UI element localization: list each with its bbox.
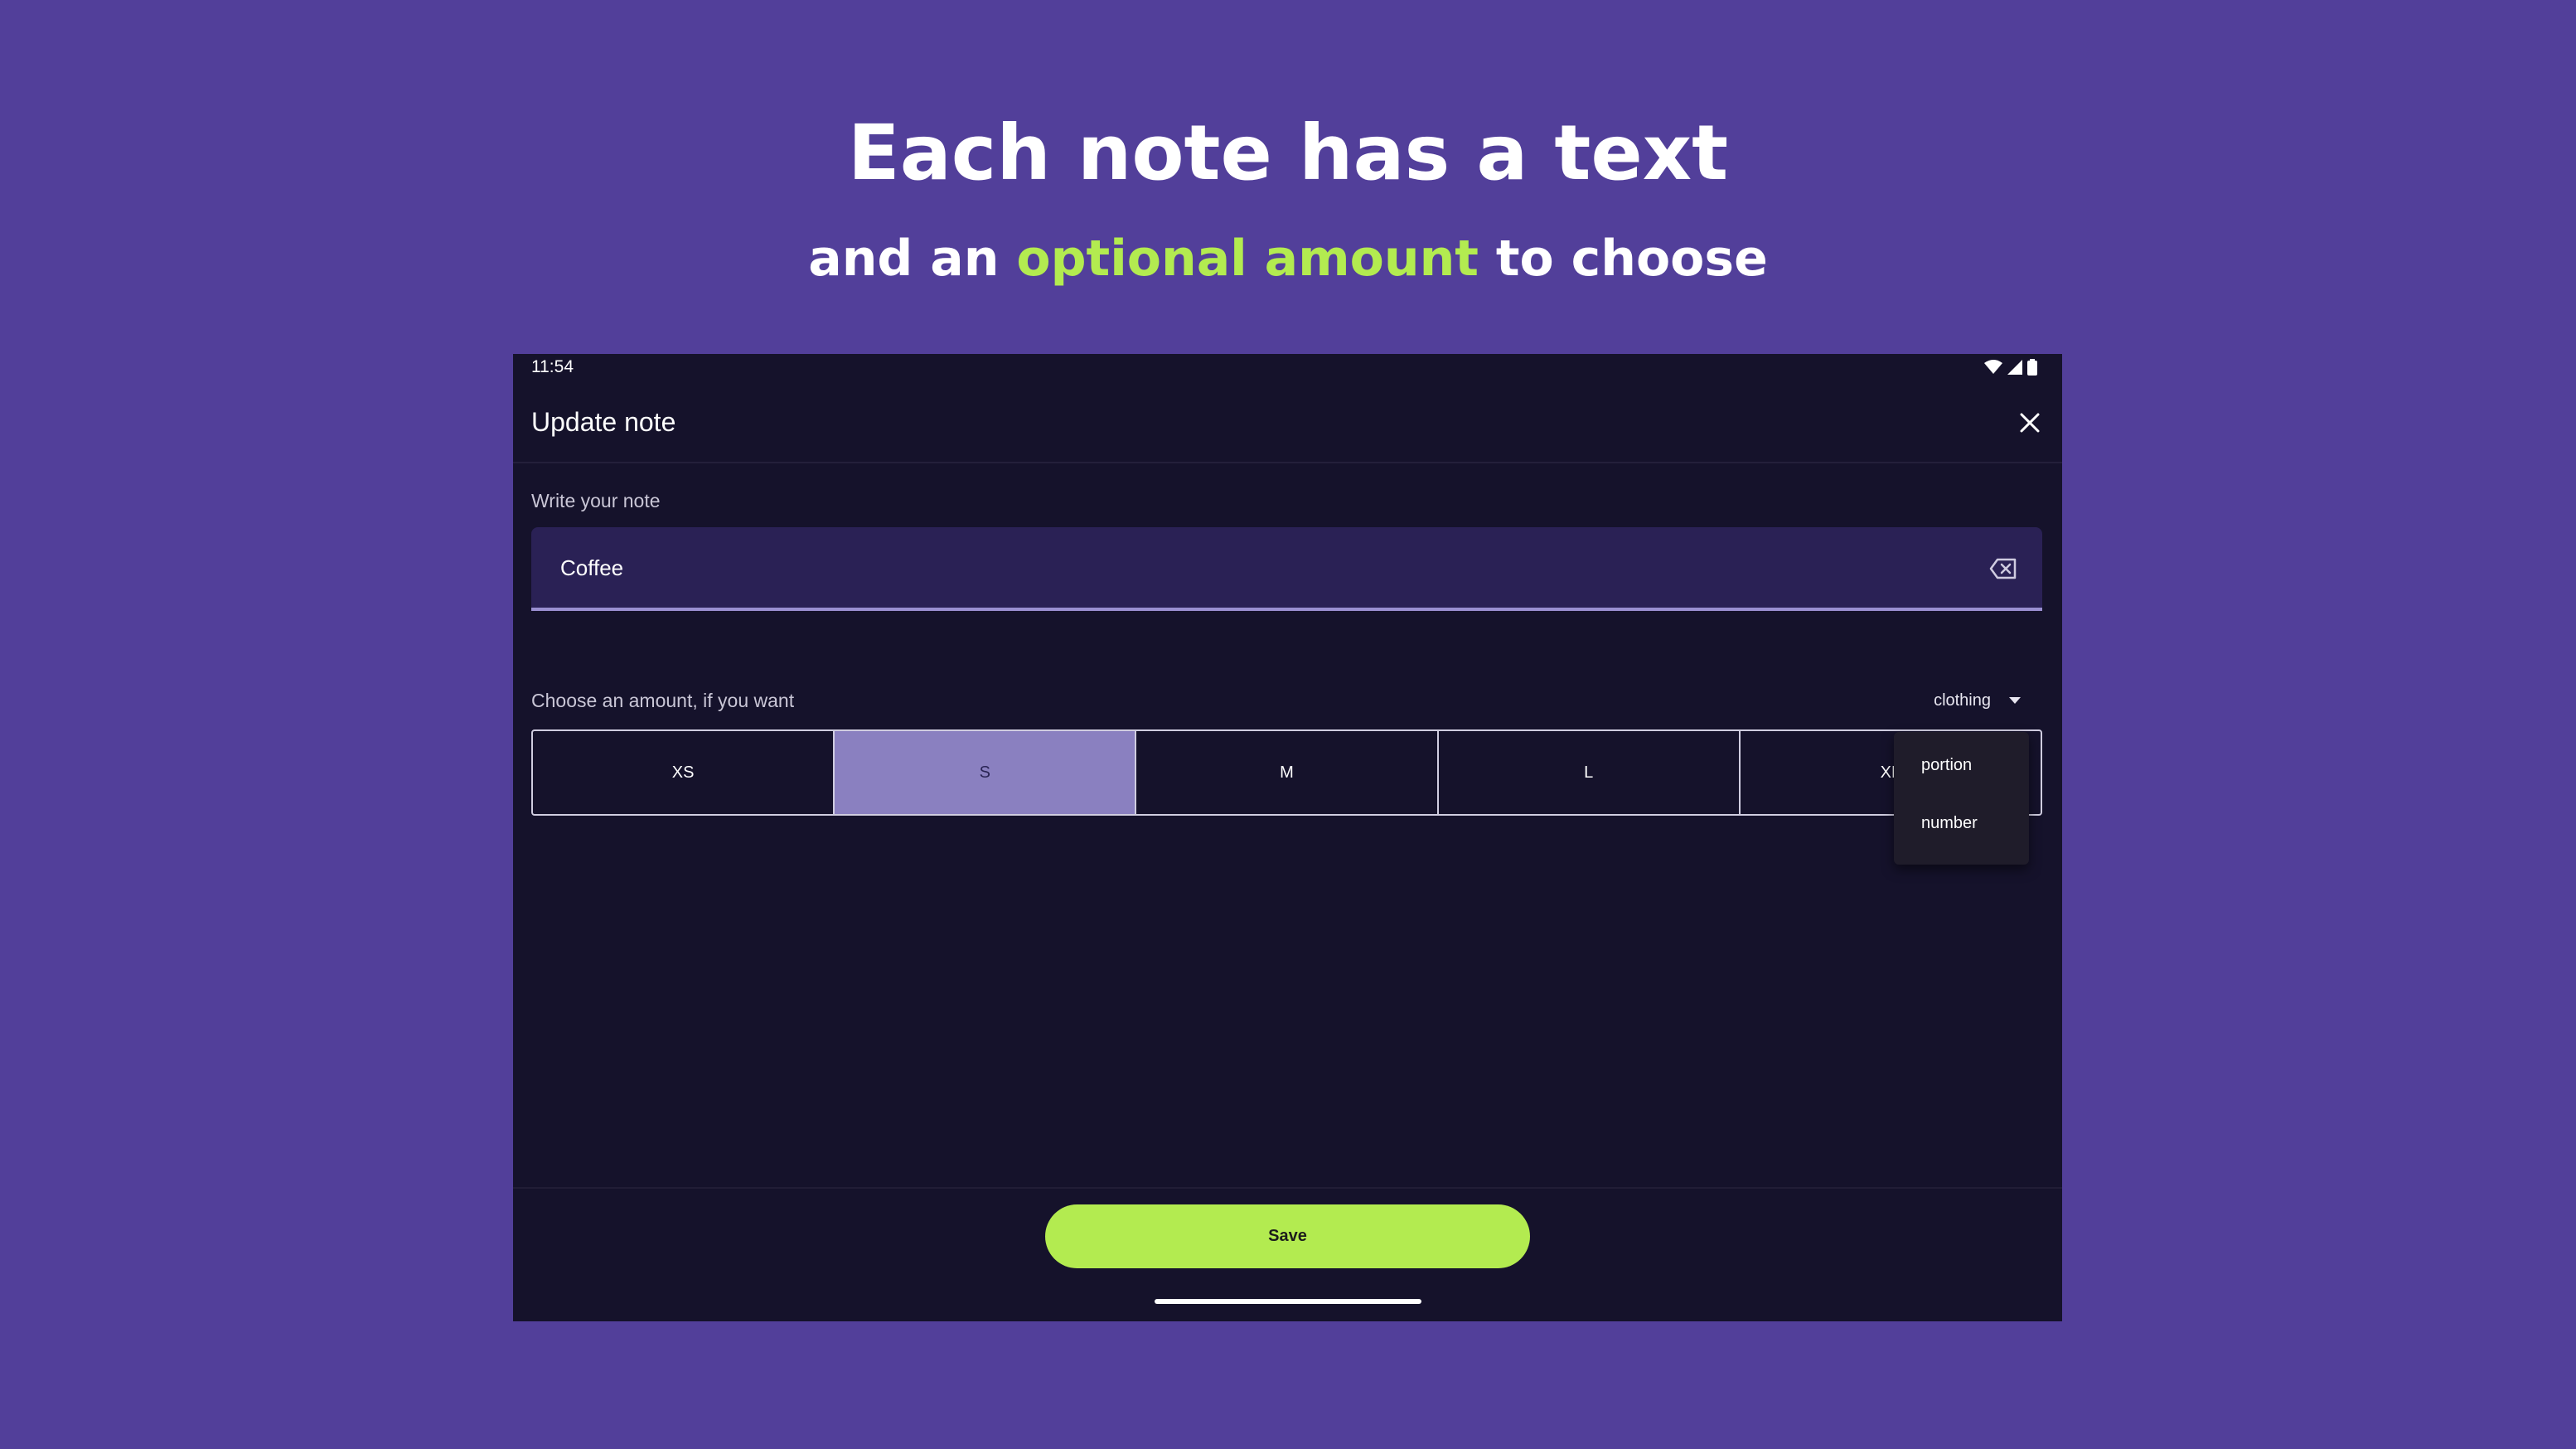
size-option-m[interactable]: M: [1136, 731, 1439, 814]
page-title: Update note: [531, 407, 676, 437]
size-option-xs[interactable]: XS: [533, 731, 835, 814]
menu-item-portion[interactable]: portion: [1921, 754, 1972, 777]
promo-sub-accent: optional amount: [1016, 230, 1479, 288]
promo-sub-suffix: to choose: [1478, 230, 1768, 288]
close-icon: [2020, 413, 2040, 433]
amount-unit-dropdown[interactable]: clothing: [1934, 686, 2021, 715]
battery-icon: [2027, 359, 2037, 376]
menu-item-number[interactable]: number: [1921, 812, 1978, 835]
save-button[interactable]: Save: [1045, 1204, 1530, 1268]
size-option-l[interactable]: L: [1439, 731, 1741, 814]
note-field-label: Write your note: [531, 490, 661, 511]
promo-sub-prefix: and an: [808, 230, 1017, 288]
bottom-divider: [513, 1187, 2062, 1189]
size-option-s[interactable]: S: [835, 731, 1137, 814]
promo-headline: Each note has a text: [847, 109, 1729, 197]
app-screen: 11:54 Update note Write your note Coffee: [513, 354, 2062, 1321]
size-segmented-control: XS S M L XL: [531, 729, 2042, 816]
wifi-icon: [1984, 360, 2002, 374]
backspace-clear-icon: [1989, 558, 2017, 579]
note-input-value: Coffee: [560, 555, 624, 580]
cellular-signal-icon: [2007, 360, 2022, 375]
amount-unit-menu: portion number: [1894, 732, 2029, 865]
app-bar: Update note: [513, 379, 2062, 463]
caret-down-icon: [2009, 697, 2021, 704]
clear-note-button[interactable]: [1989, 557, 2017, 582]
amount-label: Choose an amount, if you want: [531, 690, 795, 711]
promo-subline: and an optional amount to choose: [0, 225, 2576, 292]
note-input[interactable]: Coffee: [531, 527, 2042, 611]
amount-unit-selected: clothing: [1934, 691, 1991, 710]
status-bar: 11:54: [513, 354, 2062, 379]
close-button[interactable]: [2016, 409, 2044, 437]
status-icons: [1984, 359, 2037, 376]
status-time: 11:54: [531, 357, 574, 376]
home-indicator[interactable]: [1155, 1299, 1421, 1304]
